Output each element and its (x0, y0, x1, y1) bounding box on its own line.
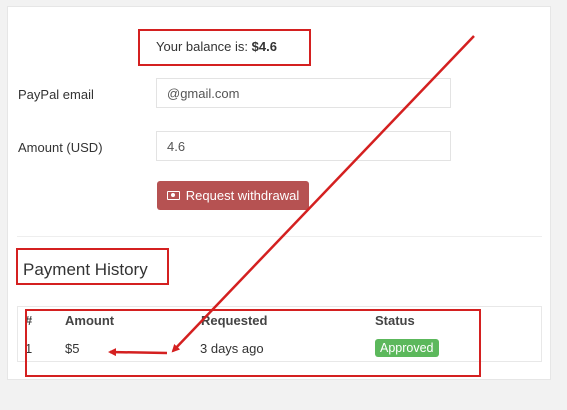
annotation-arrows (108, 35, 475, 357)
diagonal-arrow (171, 35, 475, 353)
horizontal-arrow (108, 348, 168, 357)
